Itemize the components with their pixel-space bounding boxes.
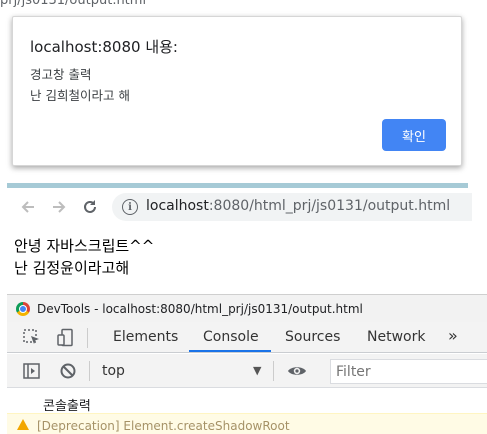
active-tab-indicator — [189, 350, 271, 352]
reload-icon[interactable] — [80, 197, 100, 217]
warning-icon — [17, 419, 29, 430]
tab-network[interactable]: Network — [367, 329, 425, 345]
url-host: localhost — [146, 198, 209, 214]
alert-message-line2: 난 김희철이라고 해 — [30, 88, 130, 103]
toolbar-divider — [89, 361, 90, 381]
tab-elements[interactable]: Elements — [113, 329, 178, 345]
live-expression-eye-icon[interactable] — [287, 361, 307, 381]
console-warning-text: [Deprecation] Element.createShadowRoot — [37, 419, 290, 433]
url-path: :8080/html_prj/js0131/output.html — [208, 198, 451, 214]
site-info-icon[interactable]: i — [122, 199, 138, 215]
alert-dialog: localhost:8080 내용: 경고창 출력 난 김희철이라고 해 확인 — [12, 16, 462, 166]
alert-ok-button[interactable]: 확인 — [382, 119, 446, 151]
context-selector[interactable]: top — [102, 363, 125, 379]
clear-console-icon[interactable] — [58, 361, 78, 381]
back-arrow-icon[interactable] — [18, 197, 38, 217]
console-toolbar: top ▼ Filter — [7, 354, 487, 388]
devtools-window-title: DevTools - localhost:8080/html_prj/js013… — [37, 302, 363, 316]
tab-console[interactable]: Console — [203, 329, 259, 345]
page-text-line2: 난 김정윤이라고해 — [14, 259, 130, 277]
alert-message-line1: 경고창 출력 — [30, 67, 92, 82]
filter-input[interactable]: Filter — [330, 359, 487, 384]
page-text-line1: 안녕 자바스크립트^^ — [14, 237, 155, 255]
inspect-element-icon[interactable] — [22, 328, 42, 348]
filter-placeholder: Filter — [336, 364, 371, 380]
tab-sources[interactable]: Sources — [285, 329, 340, 345]
devtools-titlebar: DevTools - localhost:8080/html_prj/js013… — [7, 294, 487, 322]
forward-arrow-icon[interactable] — [49, 197, 69, 217]
device-toolbar-icon[interactable] — [56, 328, 76, 348]
more-tabs-button[interactable]: » — [448, 326, 458, 345]
console-message: 콘솔출력 — [43, 399, 91, 414]
chrome-logo-icon — [16, 302, 30, 316]
url-text[interactable]: localhost:8080/html_prj/js0131/output.ht… — [146, 198, 450, 214]
address-bar[interactable]: i localhost:8080/html_prj/js0131/output.… — [112, 193, 472, 221]
console-warning-row: [Deprecation] Element.createShadowRoot — [7, 413, 487, 434]
toolbar-divider — [273, 361, 274, 381]
dropdown-arrow-icon[interactable]: ▼ — [253, 364, 261, 377]
toolbar-divider — [87, 328, 88, 348]
alert-title: localhost:8080 내용: — [30, 38, 178, 56]
devtools-tabbar: Elements Console Sources Network » — [7, 322, 487, 353]
browser-toolbar: i localhost:8080/html_prj/js0131/output.… — [7, 188, 472, 226]
previous-url-fragment: prj/js0131/output.html — [0, 0, 147, 8]
sidebar-toggle-icon[interactable] — [22, 361, 42, 381]
